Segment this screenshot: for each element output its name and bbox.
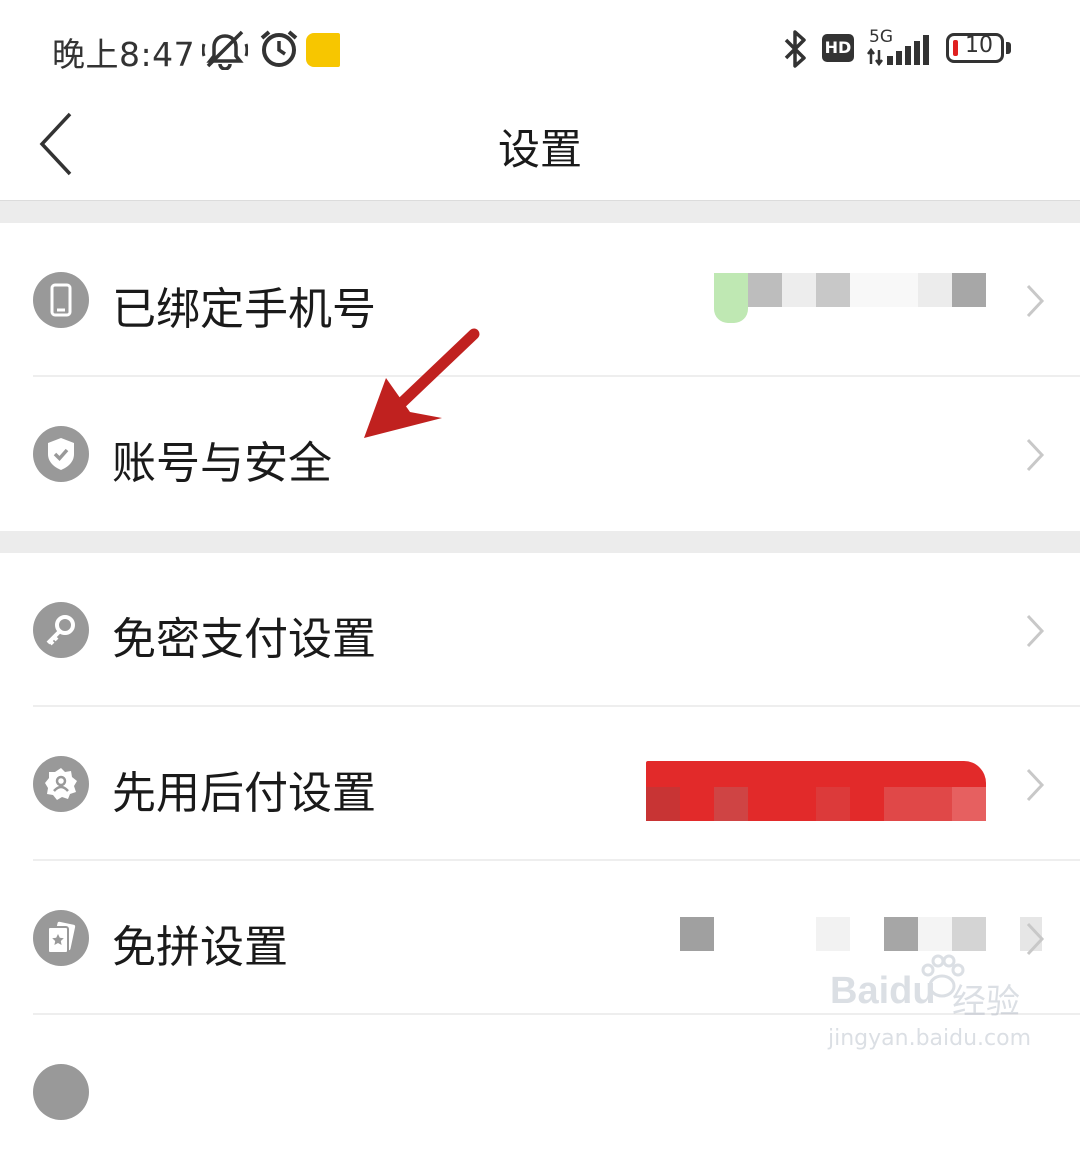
section-separator (0, 200, 1080, 223)
battery-icon: 10 (946, 33, 1004, 63)
nav-header: 设置 (0, 100, 1080, 200)
battery-level (953, 40, 958, 56)
partial-icon (33, 1064, 89, 1120)
row-label: 免拼设置 (112, 922, 288, 973)
settings-row-account-security[interactable]: 账号与安全 (0, 377, 1080, 531)
notification-icon (306, 33, 340, 67)
watermark-brand: 经验 (952, 982, 1020, 1022)
mute-icon (202, 30, 248, 70)
settings-row-bound-phone[interactable]: 已绑定手机号 (0, 223, 1080, 377)
section-separator (0, 531, 1080, 553)
chevron-right-icon (1026, 614, 1045, 648)
settings-row-pay-later[interactable]: 先用后付设置 (0, 707, 1080, 861)
bluetooth-icon (784, 30, 806, 68)
chevron-right-icon (1026, 922, 1045, 956)
phone-icon (33, 272, 89, 328)
row-label: 免密支付设置 (112, 614, 376, 665)
watermark: Baidu 经验 jingyan.baidu.com (826, 954, 1036, 1060)
key-icon (33, 602, 89, 658)
chevron-right-icon (1026, 284, 1045, 318)
chevron-right-icon (1026, 438, 1045, 472)
card-star-icon (33, 910, 89, 966)
annotation-arrow (364, 328, 480, 438)
page-title: 设置 (497, 125, 582, 174)
hd-icon: HD (822, 34, 854, 62)
settings-row-password-free-payment[interactable]: 免密支付设置 (0, 553, 1080, 707)
badge-user-icon (33, 756, 89, 812)
row-label: 已绑定手机号 (112, 284, 376, 335)
chevron-right-icon (1026, 768, 1045, 802)
alarm-icon (260, 30, 298, 67)
battery-cap (1006, 42, 1011, 54)
watermark-url: jingyan.baidu.com (828, 1026, 1032, 1051)
status-time: 晚上8:47 (52, 35, 196, 74)
signal-icon (867, 35, 929, 66)
status-bar: 晚上8:47 HD 5G 10 (0, 0, 1080, 100)
row-label: 先用后付设置 (112, 768, 376, 819)
row-label: 账号与安全 (112, 438, 332, 489)
battery-percent: 10 (965, 33, 993, 58)
shield-check-icon (33, 426, 89, 482)
